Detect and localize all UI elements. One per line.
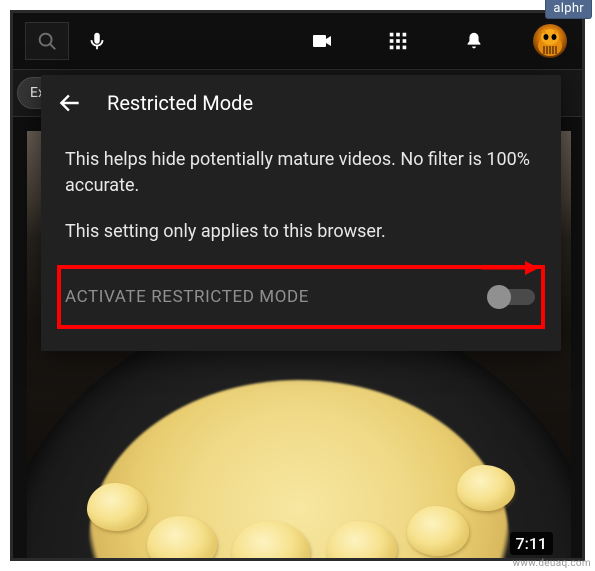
- video-duration: 7:11: [510, 532, 554, 555]
- restricted-mode-toggle[interactable]: [489, 287, 535, 307]
- source-tag: alphr: [545, 0, 592, 19]
- restricted-mode-toggle-row: ACTIVATE RESTRICTED MODE: [57, 265, 545, 329]
- restricted-mode-panel: Restricted Mode This helps hide potentia…: [41, 75, 561, 351]
- panel-title: Restricted Mode: [107, 91, 253, 115]
- toggle-label: ACTIVATE RESTRICTED MODE: [65, 287, 309, 307]
- panel-header: Restricted Mode: [41, 75, 561, 131]
- annotation-arrow-icon: [479, 257, 539, 279]
- topbar: [13, 13, 582, 69]
- panel-description-2: This setting only applies to this browse…: [65, 219, 537, 245]
- apps-button[interactable]: [378, 21, 418, 61]
- create-video-icon: [310, 29, 334, 53]
- account-button[interactable]: [530, 21, 570, 61]
- create-button[interactable]: [302, 21, 342, 61]
- notifications-button[interactable]: [454, 21, 494, 61]
- voice-search-button[interactable]: [77, 21, 117, 61]
- search-icon: [36, 30, 58, 52]
- panel-body: This helps hide potentially mature video…: [41, 131, 561, 245]
- bell-icon: [463, 30, 485, 52]
- avatar: [533, 24, 567, 58]
- arrow-left-icon: [57, 90, 83, 116]
- search-button[interactable]: [25, 22, 69, 60]
- microphone-icon: [86, 30, 108, 52]
- panel-description-1: This helps hide potentially mature video…: [65, 147, 537, 199]
- apps-grid-icon: [387, 30, 409, 52]
- back-button[interactable]: [57, 90, 83, 116]
- watermark: www.deuaq.com: [513, 558, 591, 569]
- app-frame: Ex 7:11 Restricted Mode This: [10, 10, 585, 561]
